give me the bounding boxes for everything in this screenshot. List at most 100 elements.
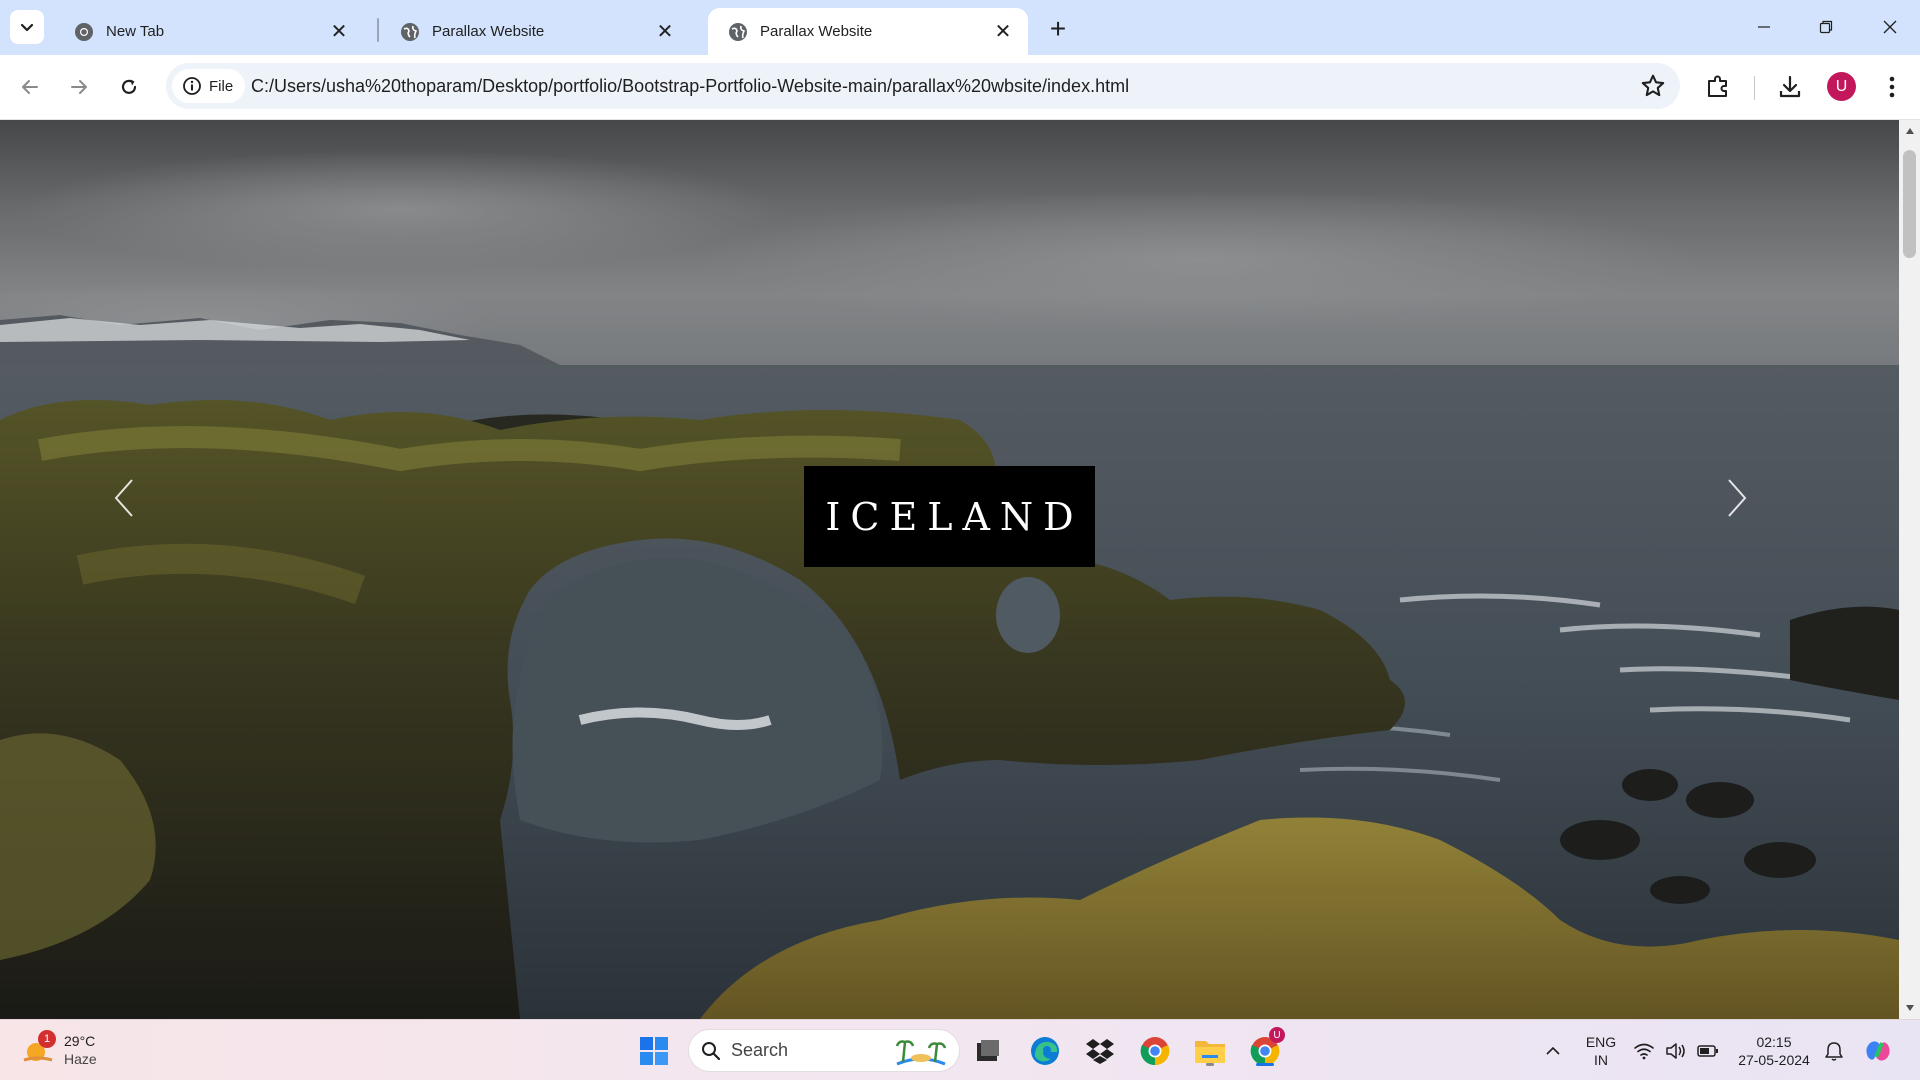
site-chip-label: File bbox=[209, 77, 234, 95]
reload-button[interactable] bbox=[112, 70, 146, 104]
url-text[interactable]: C:/Users/usha%20thoparam/Desktop/portfol… bbox=[251, 63, 1129, 109]
new-tab-button[interactable]: + bbox=[1043, 13, 1073, 44]
task-view-icon bbox=[977, 1040, 999, 1061]
battery-status[interactable] bbox=[1694, 1033, 1722, 1069]
weather-icon: 1 bbox=[22, 1030, 56, 1066]
arrow-left-icon bbox=[22, 80, 38, 94]
reload-icon bbox=[121, 79, 137, 94]
info-icon bbox=[183, 77, 201, 95]
arrow-right-icon bbox=[71, 80, 87, 94]
bookmark-star-icon[interactable] bbox=[1640, 73, 1666, 99]
puzzle-icon bbox=[1708, 75, 1727, 97]
download-icon bbox=[1779, 75, 1801, 98]
close-tab-icon[interactable]: ✕ bbox=[328, 21, 350, 43]
globe-icon bbox=[401, 22, 419, 41]
vertical-scrollbar[interactable] bbox=[1899, 120, 1920, 1019]
folder-icon bbox=[1195, 1041, 1225, 1063]
wifi-status[interactable] bbox=[1630, 1033, 1658, 1069]
search-highlight-icon bbox=[895, 1040, 947, 1066]
carousel-next-button[interactable] bbox=[1725, 476, 1785, 556]
close-window-button[interactable] bbox=[1867, 8, 1913, 46]
carousel-prev-button[interactable] bbox=[112, 476, 172, 556]
volume-icon bbox=[1666, 1043, 1685, 1059]
hero-caption-text: ICELAND bbox=[825, 494, 1084, 539]
more-vertical-icon bbox=[1889, 76, 1895, 98]
triangle-down-icon bbox=[1905, 1005, 1914, 1011]
close-icon bbox=[1883, 20, 1897, 34]
scroll-thumb[interactable] bbox=[1903, 150, 1916, 258]
running-indicator bbox=[1206, 1063, 1214, 1066]
close-tab-icon[interactable]: ✕ bbox=[992, 21, 1014, 43]
dropbox-icon bbox=[1086, 1039, 1114, 1064]
language-line1: ENG bbox=[1585, 1034, 1617, 1050]
windows-logo-icon bbox=[640, 1037, 668, 1065]
search-icon bbox=[702, 1041, 721, 1060]
copilot-button[interactable] bbox=[1860, 1033, 1896, 1069]
clock-time: 02:15 bbox=[1756, 1034, 1792, 1050]
weather-condition: Haze bbox=[64, 1051, 97, 1067]
browser-toolbar: File C:/Users/usha%20thoparam/Desktop/po… bbox=[0, 55, 1920, 120]
windows-taskbar: 1 29°C Haze Search U ENG IN 02:15 27-05-… bbox=[0, 1019, 1920, 1080]
address-bar[interactable]: File C:/Users/usha%20thoparam/Desktop/po… bbox=[166, 63, 1680, 109]
scroll-down-arrow[interactable] bbox=[1903, 1001, 1916, 1015]
chrome-profile-badge: U bbox=[1269, 1027, 1285, 1043]
chrome-icon bbox=[1140, 1037, 1170, 1066]
downloads-button[interactable] bbox=[1774, 71, 1806, 103]
show-hidden-icons-button[interactable] bbox=[1535, 1033, 1571, 1069]
extensions-button[interactable] bbox=[1702, 71, 1734, 103]
wifi-icon bbox=[1634, 1043, 1654, 1060]
volume-status[interactable] bbox=[1662, 1033, 1690, 1069]
tab-parallax-website[interactable]: Parallax Website ✕ bbox=[380, 8, 690, 55]
profile-avatar[interactable]: U bbox=[1827, 72, 1856, 101]
taskbar-search[interactable]: Search bbox=[688, 1029, 960, 1072]
hero-carousel: ICELAND bbox=[0, 120, 1899, 1019]
chrome-icon bbox=[75, 22, 93, 41]
notifications-button[interactable] bbox=[1820, 1033, 1848, 1069]
file-explorer-button[interactable] bbox=[1192, 1033, 1228, 1069]
site-info-chip[interactable]: File bbox=[172, 69, 246, 103]
minimize-icon bbox=[1758, 26, 1770, 28]
dropbox-button[interactable] bbox=[1082, 1033, 1118, 1069]
edge-icon bbox=[1031, 1037, 1059, 1065]
globe-icon bbox=[729, 22, 747, 41]
chevron-right-icon bbox=[1728, 479, 1747, 517]
weather-temperature: 29°C bbox=[64, 1033, 96, 1049]
chrome-profile-button[interactable]: U bbox=[1247, 1027, 1285, 1069]
tab-new-tab[interactable]: New Tab ✕ bbox=[54, 8, 364, 55]
language-indicator[interactable]: ENG IN bbox=[1580, 1033, 1622, 1069]
triangle-up-icon bbox=[1905, 128, 1914, 134]
copilot-icon bbox=[1866, 1041, 1890, 1061]
tab-title: Parallax Website bbox=[760, 23, 873, 40]
restore-button[interactable] bbox=[1803, 8, 1849, 46]
menu-button[interactable] bbox=[1876, 71, 1908, 103]
chrome-button[interactable] bbox=[1137, 1033, 1173, 1069]
hero-caption: ICELAND bbox=[804, 466, 1095, 567]
tab-title: Parallax Website bbox=[432, 23, 545, 40]
start-button[interactable] bbox=[636, 1033, 672, 1069]
iceland-landscape-image bbox=[0, 120, 1899, 1019]
tab-strip: New Tab ✕ Parallax Website ✕ Parallax We… bbox=[0, 0, 1920, 55]
minimize-button[interactable] bbox=[1741, 8, 1787, 46]
weather-badge: 1 bbox=[38, 1030, 56, 1048]
clock-date: 27-05-2024 bbox=[1738, 1052, 1810, 1068]
battery-icon bbox=[1697, 1045, 1718, 1057]
running-indicator bbox=[1256, 1063, 1274, 1066]
back-button[interactable] bbox=[13, 70, 47, 104]
chevron-up-icon bbox=[1546, 1046, 1560, 1055]
forward-button[interactable] bbox=[62, 70, 96, 104]
toolbar-divider bbox=[1754, 76, 1755, 100]
close-tab-icon[interactable]: ✕ bbox=[654, 21, 676, 43]
edge-button[interactable] bbox=[1027, 1033, 1063, 1069]
language-line2: IN bbox=[1594, 1052, 1608, 1068]
taskbar-search-label: Search bbox=[731, 1040, 789, 1060]
page-viewport: ICELAND bbox=[0, 120, 1920, 1019]
tab-parallax-website-active[interactable]: Parallax Website ✕ bbox=[708, 8, 1028, 55]
tab-search-button[interactable] bbox=[10, 10, 44, 44]
bell-icon bbox=[1825, 1042, 1843, 1061]
scroll-up-arrow[interactable] bbox=[1903, 124, 1916, 138]
task-view-button[interactable] bbox=[970, 1033, 1006, 1069]
clock[interactable]: 02:15 27-05-2024 bbox=[1728, 1033, 1820, 1069]
restore-icon bbox=[1819, 20, 1833, 34]
weather-widget[interactable]: 1 29°C Haze bbox=[22, 1028, 97, 1072]
tab-separator bbox=[377, 18, 379, 42]
